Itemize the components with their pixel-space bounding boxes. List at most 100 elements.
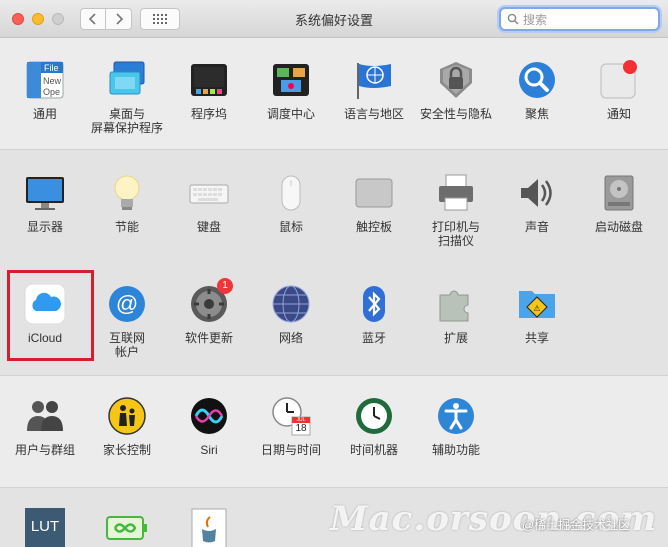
pane-label-line: 用户与群组 (14, 443, 75, 457)
internet-accounts-icon: @ (106, 283, 148, 325)
sharing-icon: ⚠ (516, 283, 558, 325)
pane-energy[interactable]: 节能 (86, 172, 168, 234)
pane-label-line: 共享 (524, 331, 549, 345)
parental-controls-icon (106, 395, 148, 437)
pane-label-line: 语言与地区 (343, 107, 404, 121)
calendar-month: JUL (296, 417, 306, 423)
pane-printers[interactable]: 打印机与 扫描仪 (415, 172, 497, 248)
chevron-left-icon (88, 13, 96, 25)
pane-java[interactable] (168, 507, 250, 547)
minimize-button[interactable] (32, 13, 44, 25)
pane-parental[interactable]: 家长控制 (86, 395, 168, 457)
pane-mission[interactable]: 调度中心 (250, 59, 332, 121)
pane-internet[interactable]: @ 互联网 帐户 (86, 283, 168, 359)
pane-label: 鼠标 (250, 220, 332, 234)
pane-label: 打印机与 扫描仪 (415, 220, 497, 248)
show-all-button[interactable] (140, 8, 180, 30)
pane-language[interactable]: 语言与地区 (333, 59, 415, 121)
forward-button[interactable] (106, 8, 132, 30)
pane-general[interactable]: File New Ope 通用 (4, 59, 86, 121)
grid-icon (153, 14, 167, 24)
pane-label: 软件更新 (168, 331, 250, 345)
bluetooth-icon (353, 283, 395, 325)
pane-label-line: 程序坞 (190, 107, 227, 121)
mouse-icon (270, 172, 312, 214)
pane-label-line: 扫描仪 (437, 234, 474, 248)
pane-label: 通用 (4, 107, 86, 121)
security-icon (435, 59, 477, 101)
pane-label-line: 启动磁盘 (594, 220, 643, 234)
users-icon (24, 395, 66, 437)
pane-label-line: 家长控制 (102, 443, 151, 457)
pane-label: 声音 (496, 220, 578, 234)
pane-label-line: 帐户 (114, 345, 139, 359)
pane-spotlight[interactable]: 聚焦 (496, 59, 578, 121)
general-icon: File New Ope (24, 59, 66, 101)
pane-label: 家长控制 (86, 443, 168, 457)
pane-battery[interactable] (86, 507, 168, 547)
pane-sharing[interactable]: ⚠ 共享 (496, 283, 578, 345)
close-button[interactable] (12, 13, 24, 25)
pane-label: 网络 (250, 331, 332, 345)
pane-label: 互联网 帐户 (86, 331, 168, 359)
pane-trackpad[interactable]: 触控板 (333, 172, 415, 234)
battery-icon (106, 507, 148, 547)
search-field[interactable]: 搜索 (499, 7, 660, 31)
pane-label-line: 节能 (114, 220, 139, 234)
pane-label: 安全性与隐私 (415, 107, 497, 121)
pane-network[interactable]: 网络 (250, 283, 332, 345)
chevron-right-icon (115, 13, 123, 25)
search-icon (507, 13, 519, 25)
svg-text:Ope: Ope (43, 87, 60, 97)
pane-accessibility[interactable]: 辅助功能 (415, 395, 497, 457)
pane-label: 共享 (496, 331, 578, 345)
pane-sound[interactable]: 声音 (496, 172, 578, 234)
trackpad-icon (353, 172, 395, 214)
pane-label-line: 辅助功能 (431, 443, 480, 457)
pane-security[interactable]: 安全性与隐私 (415, 59, 497, 121)
pane-label-line: 键盘 (196, 220, 221, 234)
software-update-icon: 1 (188, 278, 233, 325)
lut-icon-text: LUT (30, 518, 60, 535)
desktop-icon (106, 59, 148, 101)
pane-label: Siri (168, 443, 250, 457)
pane-displays[interactable]: 显示器 (4, 172, 86, 234)
pane-mouse[interactable]: 鼠标 (250, 172, 332, 234)
back-button[interactable] (80, 8, 106, 30)
pane-keyboard[interactable]: 键盘 (168, 172, 250, 234)
pane-users[interactable]: 用户与群组 (4, 395, 86, 457)
pane-update[interactable]: 1 软件更新 (168, 278, 250, 345)
update-count-badge: 1 (217, 278, 233, 294)
display-icon (24, 172, 66, 214)
pane-timemachine[interactable]: 时间机器 (333, 395, 415, 457)
pane-label-line: 桌面与 (108, 107, 145, 121)
pane-datetime[interactable]: 18 JUL 日期与时间 (250, 395, 332, 457)
startup-disk-icon (598, 172, 640, 214)
pane-startup[interactable]: 启动磁盘 (578, 172, 660, 234)
pane-extensions[interactable]: 扩展 (415, 283, 497, 345)
window-title: 系统偏好设置 (294, 13, 373, 28)
extensions-icon (435, 283, 477, 325)
pane-siri[interactable]: Siri (168, 395, 250, 457)
pane-notifications[interactable]: 通知 (578, 59, 660, 121)
date-time-icon: 18 JUL (270, 395, 312, 437)
pane-label-line: 调度中心 (266, 107, 315, 121)
zoom-button[interactable] (52, 13, 64, 25)
svg-text:⚠: ⚠ (533, 304, 540, 313)
pane-label: 程序坞 (168, 107, 250, 121)
pane-label-line: 屏幕保护程序 (90, 121, 163, 135)
pane-bluetooth[interactable]: 蓝牙 (333, 283, 415, 345)
pane-label-line: 聚焦 (524, 107, 549, 121)
pane-label-line: 扩展 (443, 331, 468, 345)
pane-label: 启动磁盘 (578, 220, 660, 234)
svg-text:@: @ (116, 291, 138, 316)
title-bar: 系统偏好设置 搜索 (0, 0, 668, 38)
pane-dock[interactable]: 程序坞 (168, 59, 250, 121)
pane-label: 聚焦 (496, 107, 578, 121)
keyboard-icon (188, 172, 230, 214)
pane-label-line: 安全性与隐私 (419, 107, 492, 121)
pane-label-line: 时间机器 (349, 443, 398, 457)
pane-label-line: 网络 (278, 331, 303, 345)
pane-desktop[interactable]: 桌面与 屏幕保护程序 (86, 59, 168, 135)
pane-lut[interactable]: LUT (4, 507, 86, 547)
